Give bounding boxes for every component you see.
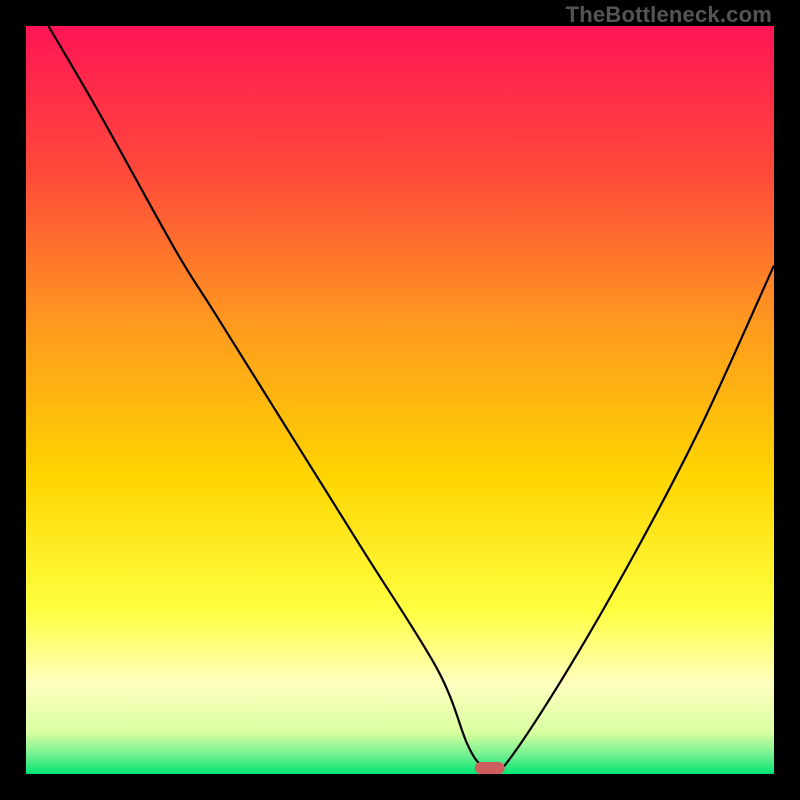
chart-frame — [26, 26, 774, 774]
watermark-text: TheBottleneck.com — [566, 2, 772, 28]
bottleneck-curve — [26, 26, 774, 774]
optimum-marker — [475, 762, 505, 774]
plot-area — [26, 26, 774, 774]
